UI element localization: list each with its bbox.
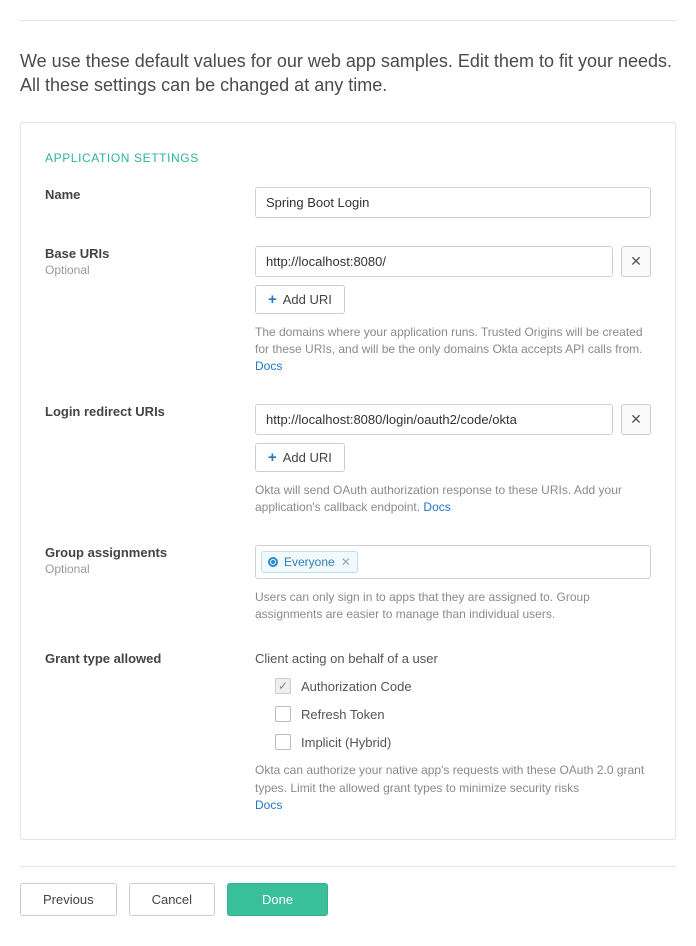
- row-grant-type: Grant type allowed Client acting on beha…: [45, 651, 651, 814]
- refresh-checkbox[interactable]: [275, 706, 291, 722]
- base-uris-optional: Optional: [45, 263, 239, 277]
- group-chip-remove[interactable]: ✕: [341, 555, 351, 569]
- settings-panel: APPLICATION SETTINGS Name Base URIs Opti…: [20, 122, 676, 840]
- close-icon: ✕: [630, 411, 642, 428]
- refresh-label: Refresh Token: [301, 707, 385, 722]
- plus-icon: +: [268, 450, 277, 465]
- row-login-redirect: Login redirect URIs ✕ + Add URI Okta wil…: [45, 404, 651, 517]
- implicit-checkbox[interactable]: [275, 734, 291, 750]
- login-redirect-docs-link[interactable]: Docs: [423, 500, 450, 514]
- login-redirect-input[interactable]: [255, 404, 613, 435]
- base-uris-help: The domains where your application runs.…: [255, 324, 651, 376]
- grant-option-auth-code: ✓ Authorization Code: [255, 678, 651, 694]
- grant-label: Grant type allowed: [45, 651, 239, 666]
- footer: Previous Cancel Done: [20, 883, 676, 916]
- base-uri-input[interactable]: [255, 246, 613, 277]
- add-base-uri-button[interactable]: + Add URI: [255, 285, 345, 314]
- auth-code-label: Authorization Code: [301, 679, 412, 694]
- grant-help: Okta can authorize your native app's req…: [255, 762, 651, 814]
- group-chip-label: Everyone: [284, 555, 335, 569]
- done-button[interactable]: Done: [227, 883, 328, 916]
- base-uri-remove-button[interactable]: ✕: [621, 246, 651, 277]
- group-icon: [268, 557, 278, 567]
- name-label: Name: [45, 187, 239, 202]
- add-base-uri-label: Add URI: [283, 292, 332, 307]
- grant-option-implicit[interactable]: Implicit (Hybrid): [255, 734, 651, 750]
- top-divider: [20, 20, 676, 21]
- group-optional: Optional: [45, 562, 239, 576]
- group-chip-everyone: Everyone ✕: [261, 551, 358, 573]
- group-help: Users can only sign in to apps that they…: [255, 589, 651, 624]
- name-input[interactable]: [255, 187, 651, 218]
- row-base-uris: Base URIs Optional ✕ + Add URI The domai…: [45, 246, 651, 376]
- grant-option-refresh[interactable]: Refresh Token: [255, 706, 651, 722]
- base-uris-docs-link[interactable]: Docs: [255, 359, 282, 373]
- previous-button[interactable]: Previous: [20, 883, 117, 916]
- section-title: APPLICATION SETTINGS: [45, 151, 651, 165]
- grant-docs-link[interactable]: Docs: [255, 798, 282, 812]
- login-redirect-help: Okta will send OAuth authorization respo…: [255, 482, 651, 517]
- check-icon: ✓: [278, 680, 288, 692]
- group-assignments-input[interactable]: Everyone ✕: [255, 545, 651, 579]
- login-redirect-label: Login redirect URIs: [45, 404, 239, 419]
- add-login-redirect-label: Add URI: [283, 450, 332, 465]
- login-redirect-remove-button[interactable]: ✕: [621, 404, 651, 435]
- grant-subhead: Client acting on behalf of a user: [255, 651, 651, 666]
- cancel-button[interactable]: Cancel: [129, 883, 215, 916]
- auth-code-checkbox: ✓: [275, 678, 291, 694]
- row-name: Name: [45, 187, 651, 218]
- implicit-label: Implicit (Hybrid): [301, 735, 391, 750]
- add-login-redirect-button[interactable]: + Add URI: [255, 443, 345, 472]
- row-group-assignments: Group assignments Optional Everyone ✕ Us…: [45, 545, 651, 624]
- base-uris-label: Base URIs: [45, 246, 239, 261]
- group-label: Group assignments: [45, 545, 239, 560]
- footer-divider: [20, 866, 676, 867]
- plus-icon: +: [268, 292, 277, 307]
- close-icon: ✕: [630, 253, 642, 270]
- intro-text: We use these default values for our web …: [20, 49, 676, 98]
